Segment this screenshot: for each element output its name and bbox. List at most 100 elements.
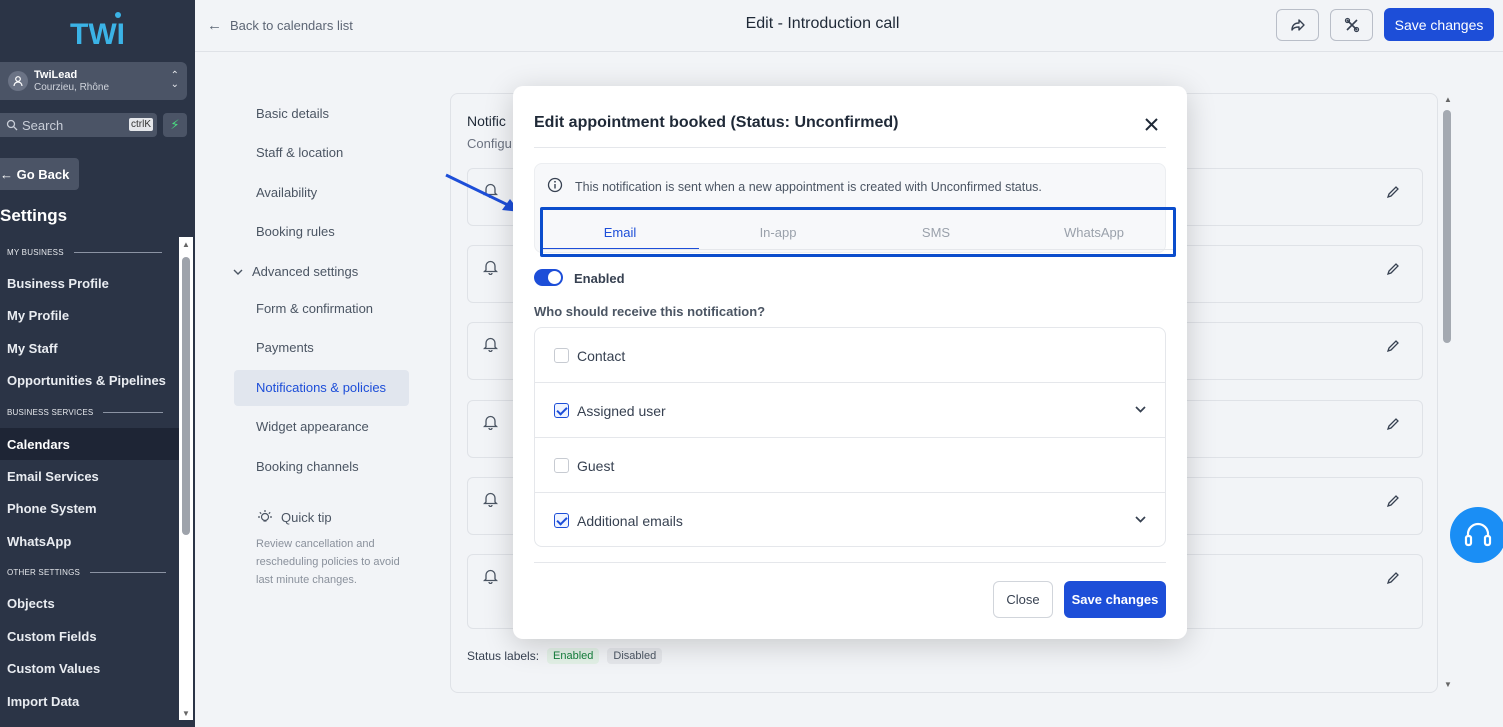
recipient-label: Guest	[577, 458, 615, 474]
tab-email[interactable]: Email	[541, 211, 699, 250]
go-back-button[interactable]: ← Go Back	[0, 158, 79, 190]
chevron-down-icon[interactable]	[1134, 403, 1147, 416]
section-other-settings: OTHER SETTINGS	[7, 568, 167, 577]
edit-pencil-icon[interactable]	[1386, 494, 1400, 508]
edit-pencil-icon[interactable]	[1386, 185, 1400, 199]
quick-tip-title: Quick tip	[256, 509, 332, 525]
sidebar-item-custom-values[interactable]: Custom Values	[0, 652, 179, 684]
recipient-row-additional-emails[interactable]: Additional emails	[535, 493, 1165, 548]
advanced-settings-label: Advanced settings	[252, 264, 359, 279]
share-button[interactable]	[1276, 9, 1319, 41]
subnav-booking-rules[interactable]: Booking rules	[256, 224, 335, 239]
bell-icon	[483, 492, 498, 507]
tools-icon	[1344, 17, 1359, 33]
subnav-form-confirmation[interactable]: Form & confirmation	[256, 301, 373, 316]
additional-emails-checkbox[interactable]	[554, 513, 569, 528]
edit-pencil-icon[interactable]	[1386, 262, 1400, 276]
sidebar-item-calendars[interactable]: Calendars	[0, 428, 179, 460]
sidebar-item-phone-system[interactable]: Phone System	[0, 492, 179, 524]
sidebar-item-opportunities[interactable]: Opportunities & Pipelines	[0, 364, 179, 396]
sidebar-item-my-staff[interactable]: My Staff	[0, 332, 179, 364]
sidebar-item-my-profile[interactable]: My Profile	[0, 299, 179, 331]
info-text: This notification is sent when a new app…	[575, 180, 1042, 194]
enabled-toggle[interactable]	[534, 269, 563, 286]
search-icon	[6, 119, 18, 131]
notifications-card-subtitle: Configu	[467, 136, 512, 151]
modal-save-changes-button[interactable]: Save changes	[1064, 581, 1166, 618]
tab-in-app[interactable]: In-app	[699, 211, 857, 250]
sidebar-item-email-services[interactable]: Email Services	[0, 460, 179, 492]
assigned-user-checkbox[interactable]	[554, 403, 569, 418]
status-labels-text: Status labels:	[467, 649, 540, 663]
help-support-button[interactable]	[1450, 507, 1503, 563]
recipients-list: Contact Assigned user Guest Additional e…	[534, 327, 1166, 547]
tools-button[interactable]	[1330, 9, 1373, 41]
bell-icon	[483, 415, 498, 430]
recipient-row-contact[interactable]: Contact	[535, 328, 1165, 383]
toggle-knob	[548, 271, 561, 284]
guest-checkbox[interactable]	[554, 458, 569, 473]
twi-logo: TWI	[70, 12, 124, 50]
search-input[interactable]: Search ctrlK	[0, 113, 157, 137]
svg-text:TWI: TWI	[70, 18, 124, 50]
sidebar-item-objects[interactable]: Objects	[0, 587, 179, 619]
notifications-card-title: Notific	[467, 113, 506, 129]
edit-pencil-icon[interactable]	[1386, 339, 1400, 353]
sidebar-item-business-profile[interactable]: Business Profile	[0, 267, 179, 299]
sidebar-scroll-thumb[interactable]	[182, 257, 190, 535]
lightbulb-icon	[258, 510, 272, 522]
account-switcher[interactable]: TwiLead Courzieu, Rhône ⌃ ⌄	[0, 62, 187, 100]
subnav-notifications-policies[interactable]: Notifications & policies	[256, 380, 386, 395]
subnav-availability[interactable]: Availability	[256, 185, 317, 200]
lightning-icon[interactable]: ⚡	[163, 113, 187, 137]
enabled-label: Enabled	[574, 271, 625, 286]
edit-pencil-icon[interactable]	[1386, 417, 1400, 431]
edit-notification-modal: Edit appointment booked (Status: Unconfi…	[513, 86, 1187, 639]
share-icon	[1290, 19, 1305, 31]
save-changes-button[interactable]: Save changes	[1384, 8, 1494, 41]
settings-title: Settings	[0, 206, 68, 225]
scroll-up-icon[interactable]: ▲	[1444, 95, 1452, 104]
scroll-up-icon[interactable]: ▲	[182, 240, 190, 249]
subnav-payments[interactable]: Payments	[256, 340, 314, 355]
recipient-label: Contact	[577, 348, 626, 364]
section-my-business: MY BUSINESS	[7, 248, 162, 257]
tab-whatsapp[interactable]: WhatsApp	[1015, 211, 1173, 250]
contact-checkbox[interactable]	[554, 348, 569, 363]
bell-icon	[483, 569, 498, 584]
account-name: TwiLead	[34, 68, 78, 81]
scroll-down-icon[interactable]: ▼	[182, 709, 190, 718]
sidebar-item-custom-fields[interactable]: Custom Fields	[0, 620, 179, 652]
scroll-down-icon[interactable]: ▼	[1444, 680, 1452, 689]
recipient-row-assigned-user[interactable]: Assigned user	[535, 383, 1165, 438]
quick-tip-text: Review cancellation and rescheduling pol…	[256, 538, 400, 586]
status-labels: Status labels: Enabled Disabled	[467, 648, 663, 664]
close-icon[interactable]	[1141, 114, 1161, 134]
sidebar-item-whatsapp[interactable]: WhatsApp	[0, 525, 179, 557]
main-scroll-thumb[interactable]	[1443, 110, 1451, 343]
divider	[534, 562, 1166, 563]
edit-pencil-icon[interactable]	[1386, 571, 1400, 585]
subnav-booking-channels[interactable]: Booking channels	[256, 459, 359, 474]
recipient-row-guest[interactable]: Guest	[535, 438, 1165, 493]
page-title: Edit - Introduction call	[745, 15, 900, 32]
subnav-basic-details[interactable]: Basic details	[256, 106, 329, 121]
tabs-divider	[541, 249, 1173, 250]
top-bar: ← Back to calendars list Edit - Introduc…	[195, 0, 1503, 52]
chevron-down-icon	[233, 269, 243, 275]
bell-icon	[483, 260, 498, 275]
tab-sms[interactable]: SMS	[857, 211, 1015, 250]
sidebar-scrollbar[interactable]: ▲ ▼	[179, 237, 193, 720]
subnav-widget-appearance[interactable]: Widget appearance	[256, 419, 369, 434]
recipients-question: Who should receive this notification?	[534, 304, 766, 319]
subnav-staff-location[interactable]: Staff & location	[256, 145, 343, 160]
channel-tabs: Email In-app SMS WhatsApp	[541, 211, 1173, 250]
subnav-advanced-settings[interactable]: Advanced settings	[232, 264, 358, 279]
chevron-down-icon[interactable]	[1134, 513, 1147, 526]
recipient-label: Additional emails	[577, 513, 683, 529]
close-button[interactable]: Close	[993, 581, 1053, 618]
sidebar-item-import-data[interactable]: Import Data	[0, 685, 179, 717]
main-scrollbar[interactable]: ▲ ▼	[1440, 93, 1454, 693]
chevron-updown-icon: ⌃ ⌄	[170, 70, 179, 90]
bell-icon	[483, 337, 498, 352]
